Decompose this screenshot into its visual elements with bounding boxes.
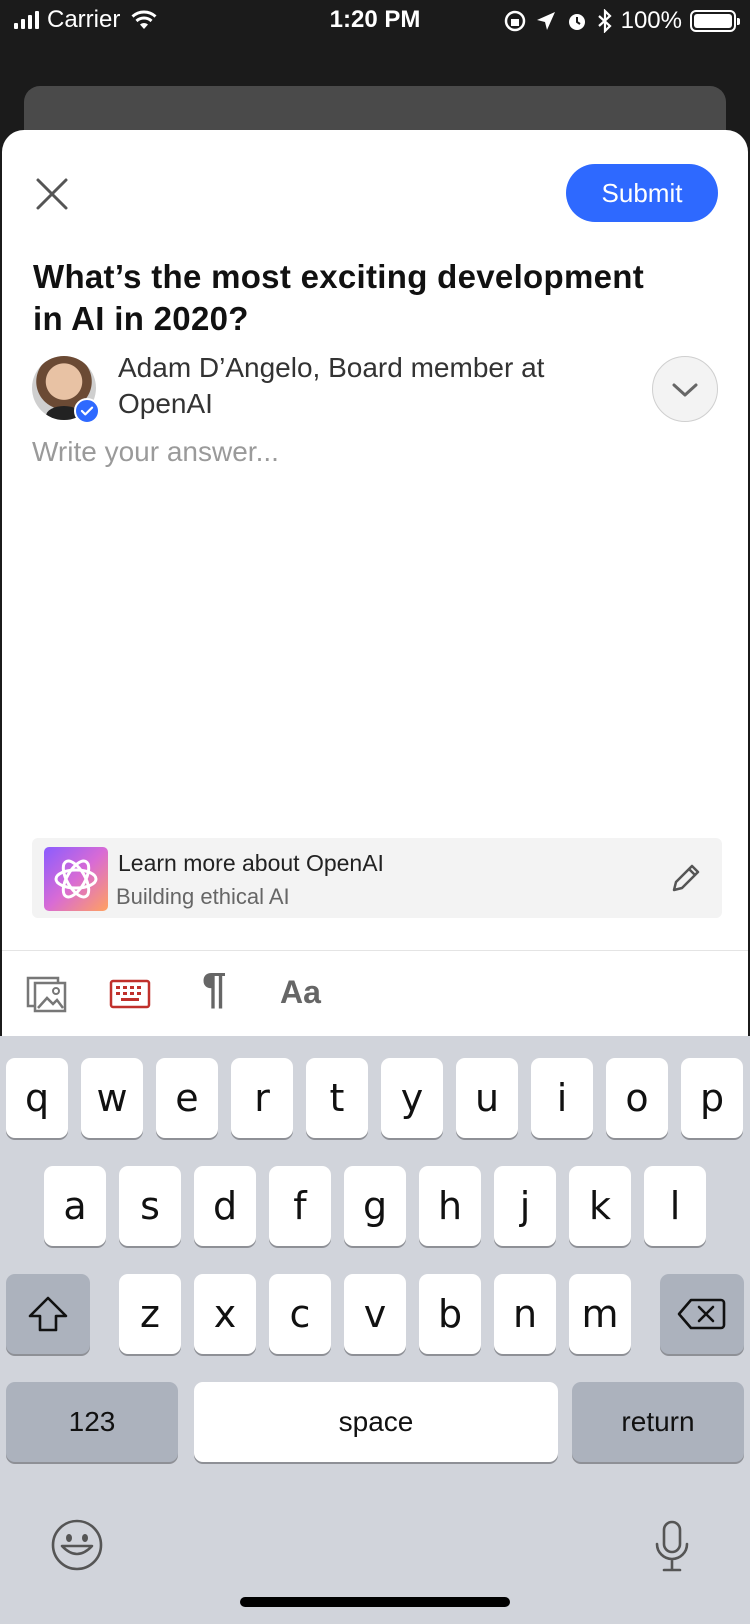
key-o[interactable]: o <box>606 1058 668 1138</box>
chevron-down-icon <box>672 383 698 397</box>
return-key[interactable]: return <box>572 1382 744 1462</box>
key-z[interactable]: z <box>119 1274 181 1354</box>
key-i[interactable]: i <box>531 1058 593 1138</box>
home-indicator <box>240 1597 510 1607</box>
battery-icon <box>690 10 740 32</box>
key-r[interactable]: r <box>231 1058 293 1138</box>
key-f[interactable]: f <box>269 1166 331 1246</box>
key-e[interactable]: e <box>156 1058 218 1138</box>
key-y[interactable]: y <box>381 1058 443 1138</box>
openai-logo-icon <box>44 847 108 911</box>
key-h[interactable]: h <box>419 1166 481 1246</box>
bluetooth-icon <box>597 9 612 33</box>
text-style-button[interactable]: Aa <box>280 974 321 1011</box>
image-icon[interactable] <box>26 972 68 1014</box>
orientation-lock-icon <box>504 10 525 32</box>
emoji-icon[interactable] <box>50 1518 104 1572</box>
status-right: 100% <box>503 7 740 35</box>
openai-knot-icon <box>54 859 98 899</box>
shift-key[interactable] <box>6 1274 90 1354</box>
key-u[interactable]: u <box>456 1058 518 1138</box>
pencil-icon[interactable] <box>666 860 704 898</box>
backspace-key[interactable] <box>660 1274 744 1354</box>
key-a[interactable]: a <box>44 1166 106 1246</box>
verified-icon <box>74 398 100 424</box>
location-icon <box>536 12 555 30</box>
alarm-icon <box>568 14 585 30</box>
key-l[interactable]: l <box>644 1166 706 1246</box>
backspace-icon <box>677 1298 726 1330</box>
key-q[interactable]: q <box>6 1058 68 1138</box>
author-credential[interactable]: Adam D’Angelo, Board member at OpenAI <box>118 350 618 422</box>
microphone-icon[interactable] <box>652 1520 692 1574</box>
toolbar-divider <box>2 950 748 951</box>
key-m[interactable]: m <box>569 1274 631 1354</box>
key-t[interactable]: t <box>306 1058 368 1138</box>
status-bar: Carrier 1:20 PM 100% <box>0 0 750 40</box>
space-subtitle: Building ethical AI <box>116 884 290 909</box>
close-icon[interactable] <box>32 174 72 214</box>
key-x[interactable]: x <box>194 1274 256 1354</box>
numbers-key[interactable]: 123 <box>6 1382 178 1462</box>
battery-percent: 100% <box>620 7 682 34</box>
key-p[interactable]: p <box>681 1058 743 1138</box>
key-w[interactable]: w <box>81 1058 143 1138</box>
space-card[interactable]: Learn more about OpenAI Building ethical… <box>32 838 722 918</box>
credential-dropdown-button[interactable] <box>652 356 718 422</box>
keyboard: q w e r t y u i o p a s d f g h j k l z … <box>0 1036 750 1624</box>
key-n[interactable]: n <box>494 1274 556 1354</box>
key-g[interactable]: g <box>344 1166 406 1246</box>
space-key[interactable]: space <box>194 1382 558 1462</box>
author-avatar-wrap[interactable] <box>32 356 100 424</box>
key-d[interactable]: d <box>194 1166 256 1246</box>
key-j[interactable]: j <box>494 1166 556 1246</box>
paragraph-button[interactable]: ¶ <box>202 964 226 1014</box>
key-b[interactable]: b <box>419 1274 481 1354</box>
key-s[interactable]: s <box>119 1166 181 1246</box>
space-title: Learn more about OpenAI <box>118 850 384 876</box>
shift-icon <box>28 1296 68 1332</box>
keyboard-icon[interactable] <box>108 972 152 1016</box>
key-v[interactable]: v <box>344 1274 406 1354</box>
key-c[interactable]: c <box>269 1274 331 1354</box>
format-toolbar: ¶ Aa <box>2 952 748 1038</box>
answer-input[interactable] <box>32 422 712 482</box>
submit-button[interactable]: Submit <box>566 164 718 222</box>
key-k[interactable]: k <box>569 1166 631 1246</box>
question-title: What’s the most exciting development in … <box>33 258 645 337</box>
